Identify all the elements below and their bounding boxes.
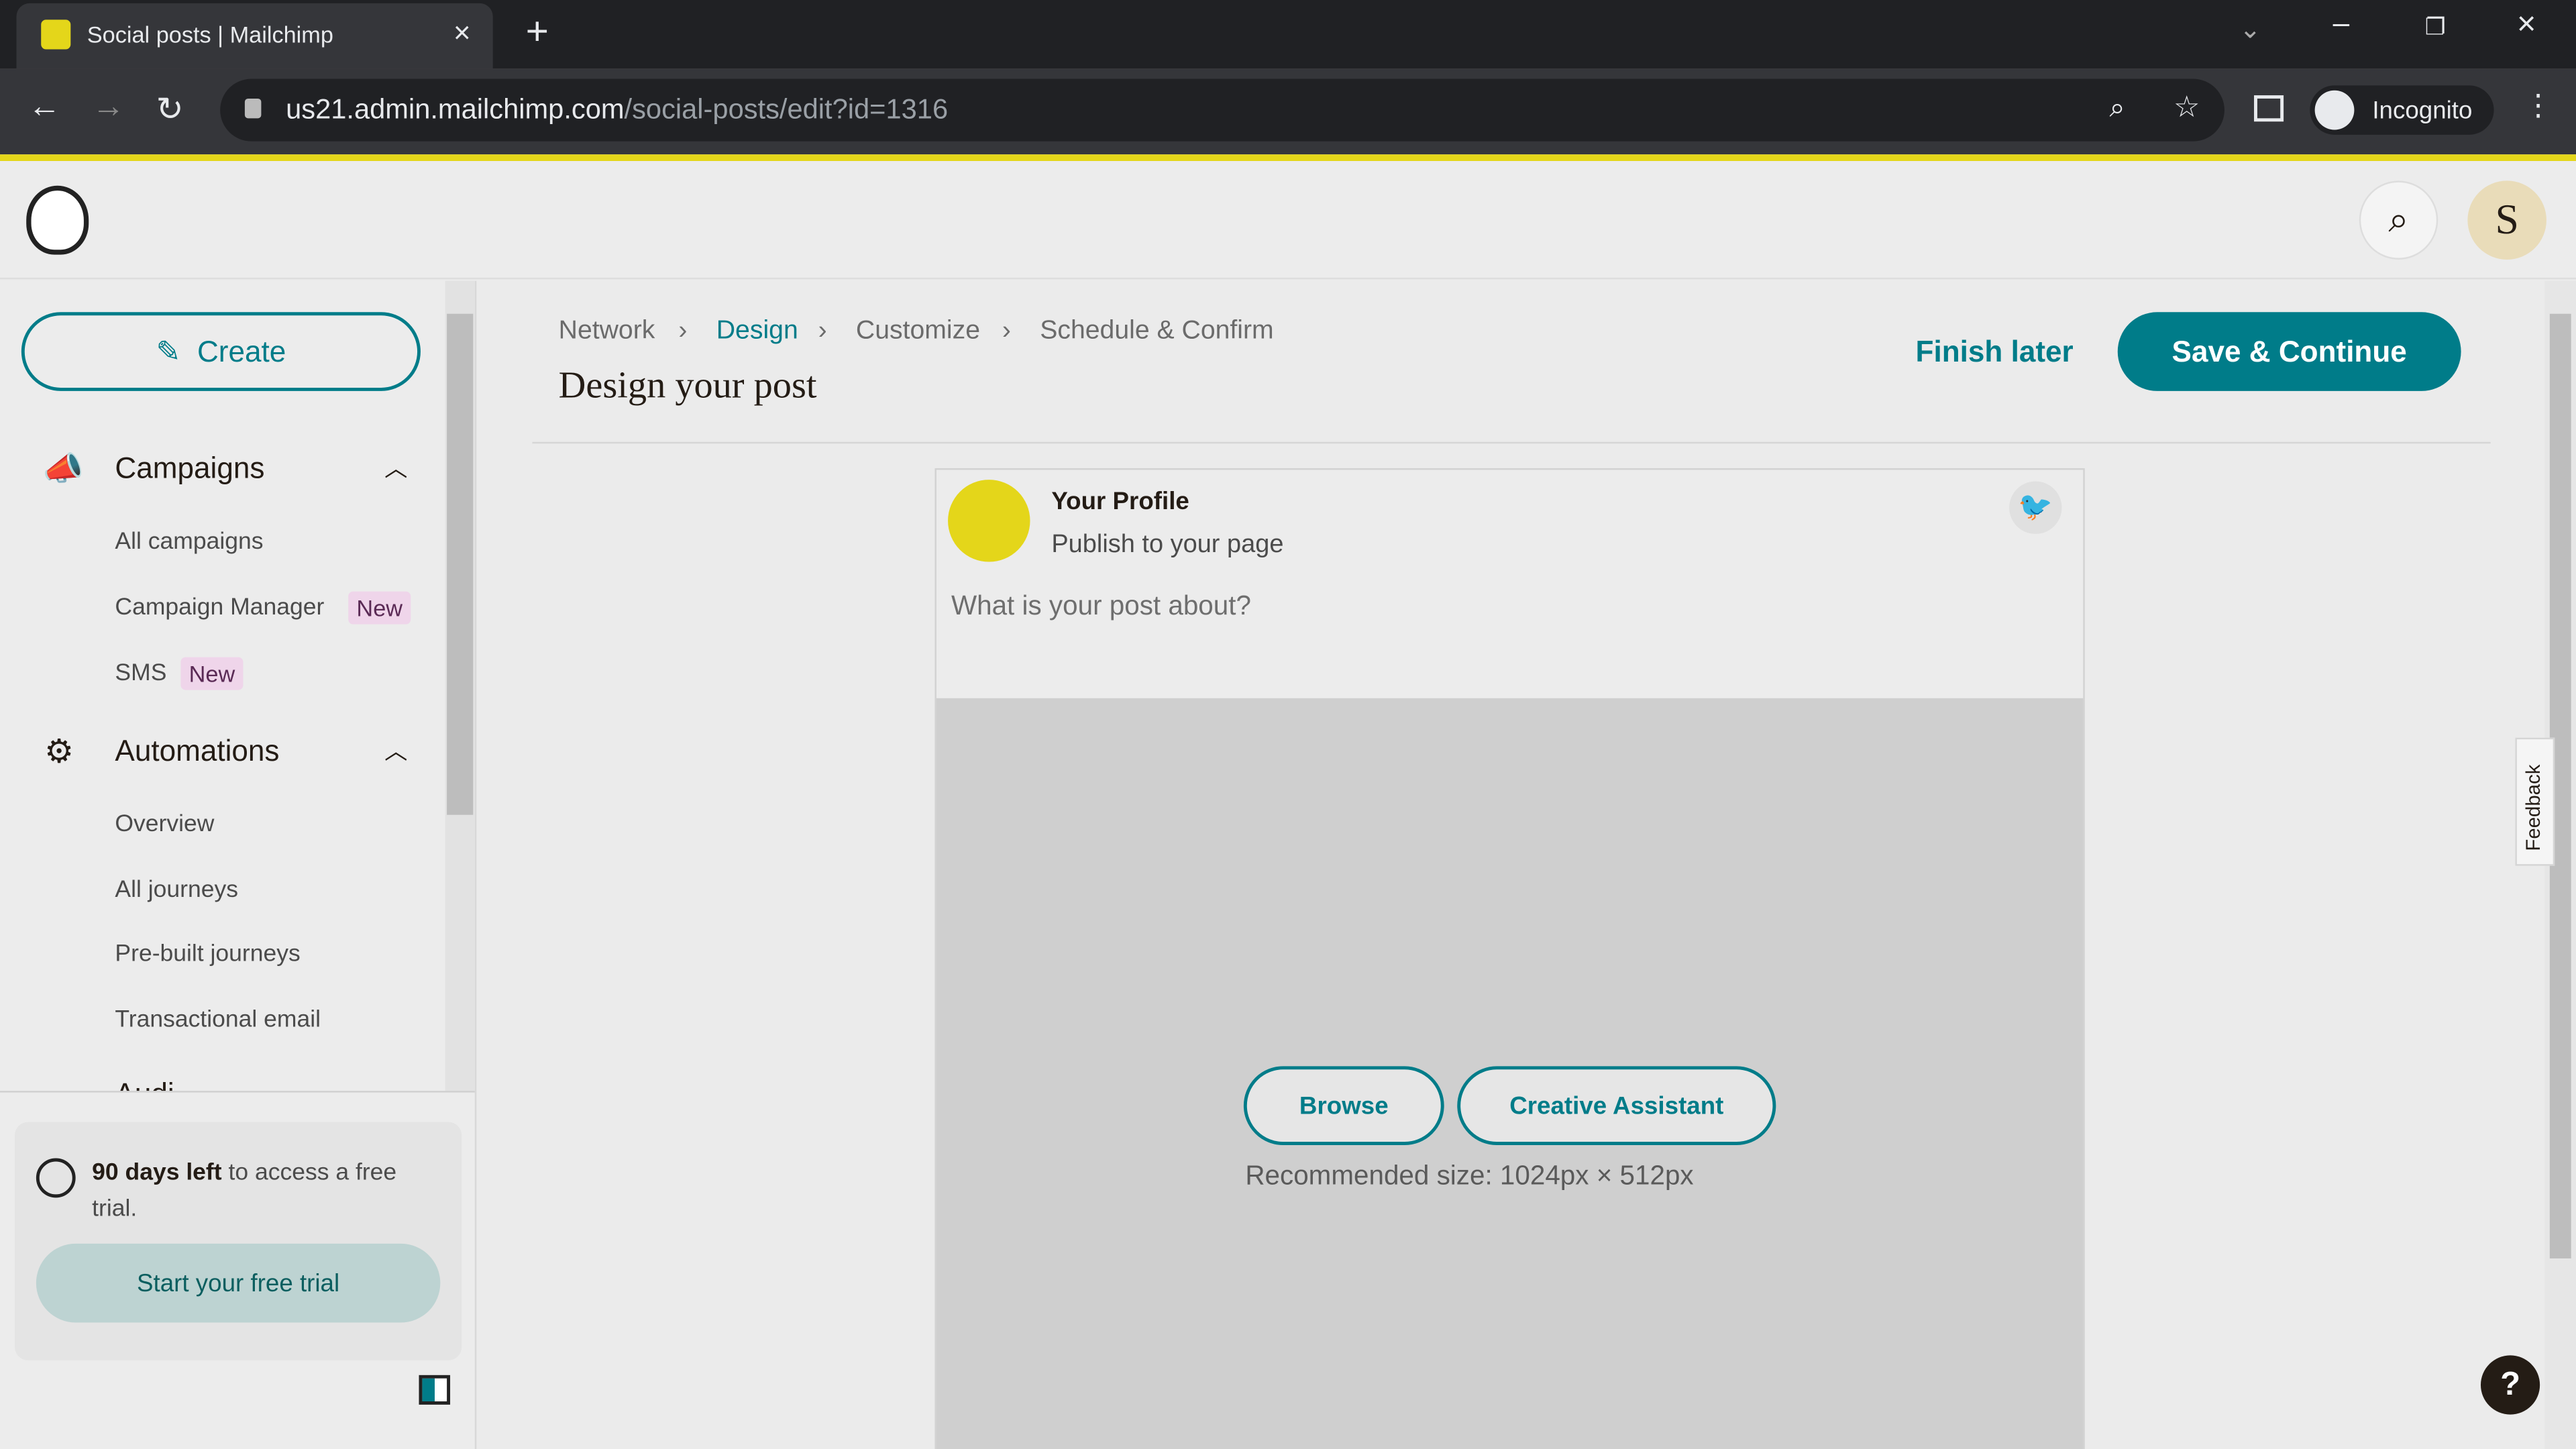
nav-automations[interactable]: Automations — [115, 735, 279, 769]
nav-sms[interactable]: SMS — [115, 660, 166, 686]
browse-button[interactable]: Browse — [1243, 1066, 1444, 1145]
chevron-up-icon[interactable]: ︿ — [384, 735, 407, 767]
mailchimp-logo[interactable] — [26, 185, 89, 255]
collapse-sidebar-icon[interactable] — [419, 1375, 451, 1405]
menu-icon[interactable]: ⋮ — [2524, 89, 2553, 123]
reload-icon[interactable]: ↻ — [156, 89, 184, 129]
create-label: Create — [197, 334, 286, 368]
divider — [532, 441, 2491, 444]
creative-assistant-button[interactable]: Creative Assistant — [1457, 1066, 1776, 1145]
pencil-icon: ✎ — [156, 334, 181, 368]
accent-line — [0, 154, 2576, 162]
zoom-icon[interactable]: ⌕ — [2110, 92, 2125, 125]
campaigns-icon: 📣 — [42, 451, 84, 488]
nav-all-campaigns[interactable]: All campaigns — [115, 529, 263, 555]
breadcrumb-schedule-confirm[interactable]: Schedule & Confirm — [1040, 317, 1273, 347]
breadcrumb-design[interactable]: Design — [716, 317, 798, 347]
create-button[interactable]: ✎ Create — [21, 312, 421, 391]
clock-icon — [36, 1158, 76, 1198]
days-left: 90 days left — [92, 1159, 222, 1187]
tab-title: Social posts | Mailchimp — [87, 21, 333, 48]
search-button[interactable]: ⌕ — [2359, 180, 2438, 260]
profile-subtitle: Publish to your page — [1051, 531, 1284, 559]
sidebar: ✎ Create 📣 Campaigns ︿ All campaigns Camp… — [0, 280, 477, 1449]
sidebar-scrollbar[interactable] — [445, 280, 475, 1091]
post-editor: Your Profile Publish to your page 🐦 What… — [934, 468, 2085, 1449]
automations-icon: ⚙ — [44, 734, 74, 771]
restore-icon[interactable]: ❐ — [2425, 13, 2446, 42]
nav-audience[interactable]: Audi — [115, 1078, 174, 1091]
image-dropzone[interactable]: Browse Creative Assistant Recommended si… — [936, 698, 2084, 1449]
forward-icon[interactable]: → — [92, 89, 125, 126]
bookmark-star-icon[interactable]: ☆ — [2174, 91, 2200, 125]
url-host: us21.admin.mailchimp.com — [286, 93, 625, 125]
lock-icon — [244, 98, 262, 119]
nav-campaigns[interactable]: Campaigns — [115, 451, 264, 486]
twitter-icon: 🐦 — [2009, 481, 2062, 534]
incognito-icon — [2314, 90, 2355, 130]
avatar[interactable]: S — [2467, 180, 2546, 260]
feedback-label: Feedback — [2522, 764, 2545, 851]
recommended-size: Recommended size: 1024px × 512px — [1245, 1161, 1694, 1191]
feedback-tab[interactable]: Feedback — [2515, 737, 2555, 866]
profile-avatar — [948, 480, 1030, 562]
back-icon[interactable]: ← — [28, 89, 61, 126]
nav-overview[interactable]: Overview — [115, 812, 214, 838]
minimize-icon[interactable]: – — [2333, 7, 2350, 41]
breadcrumb-customize[interactable]: Customize — [856, 317, 980, 347]
profile-name: Your Profile — [1051, 488, 1189, 516]
close-window-icon[interactable]: × — [2517, 7, 2536, 44]
sidepanel-icon[interactable] — [2254, 95, 2284, 122]
nav-transactional-email[interactable]: Transactional email — [115, 1007, 321, 1033]
search-icon: ⌕ — [2388, 199, 2409, 240]
breadcrumb-network[interactable]: Network — [559, 317, 655, 347]
chevron-right-icon: › — [678, 317, 688, 345]
page-title: Design your post — [558, 364, 817, 406]
nav-campaign-manager[interactable]: Campaign Manager — [115, 595, 324, 621]
browser-tab[interactable]: Social posts | Mailchimp × — [16, 3, 493, 69]
finish-later-button[interactable]: Finish later — [1916, 335, 2074, 370]
mailchimp-favicon-icon — [41, 19, 71, 50]
nav-prebuilt-journeys[interactable]: Pre-built journeys — [115, 941, 300, 967]
chevron-up-icon[interactable]: ︿ — [384, 451, 407, 484]
chevron-right-icon: › — [818, 317, 827, 345]
post-text-input[interactable]: What is your post about? — [951, 592, 1251, 623]
address-bar[interactable]: us21.admin.mailchimp.com/social-posts/ed… — [220, 78, 2224, 142]
app-header — [0, 161, 2576, 280]
close-tab-icon[interactable]: × — [453, 16, 471, 50]
start-trial-button[interactable]: Start your free trial — [36, 1243, 441, 1323]
trial-card: 90 days left to access a free trial. Sta… — [15, 1122, 462, 1360]
new-badge: New — [348, 591, 411, 625]
help-icon: ? — [2500, 1366, 2521, 1403]
new-tab-icon[interactable]: + — [526, 10, 549, 56]
tab-search-icon[interactable]: ⌄ — [2239, 13, 2261, 46]
incognito-badge[interactable]: Incognito — [2310, 85, 2494, 135]
chevron-right-icon: › — [1002, 317, 1011, 345]
new-badge: New — [180, 657, 244, 690]
help-button[interactable]: ? — [2480, 1355, 2540, 1415]
profile-label: Incognito — [2372, 97, 2473, 125]
url-path: /social-posts/edit?id=1316 — [624, 93, 949, 125]
nav-all-journeys[interactable]: All journeys — [115, 877, 238, 904]
save-continue-button[interactable]: Save & Continue — [2117, 312, 2461, 391]
